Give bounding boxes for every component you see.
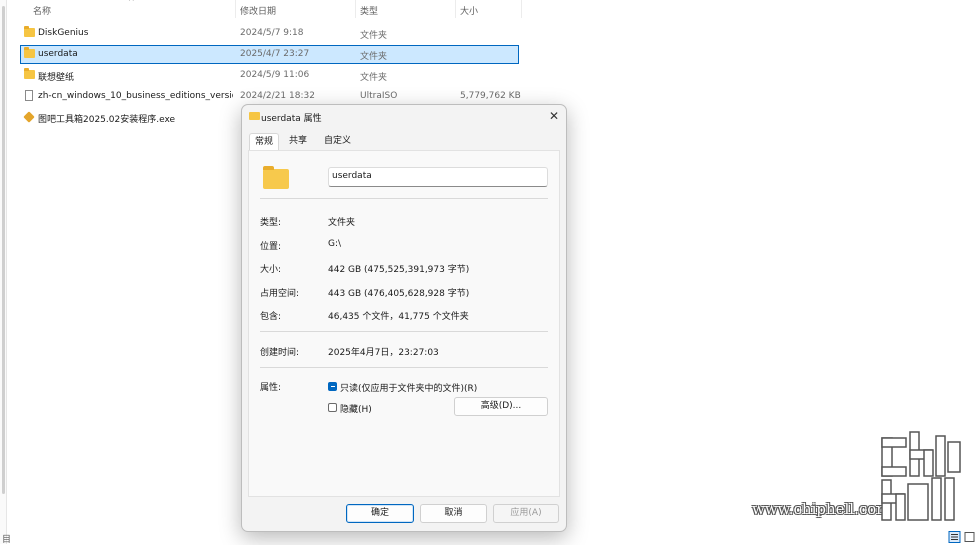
iso-file-icon	[25, 90, 33, 101]
ok-button[interactable]: 确定	[346, 504, 414, 523]
cancel-button[interactable]: 取消	[420, 504, 487, 523]
folder-name-input[interactable]: userdata	[328, 167, 548, 187]
attributes-label: 属性:	[260, 383, 282, 393]
file-modified: 2025/4/7 23:27	[240, 49, 310, 59]
close-button[interactable]: ✕	[546, 108, 562, 124]
column-divider[interactable]	[521, 0, 522, 18]
size-label: 大小:	[260, 265, 282, 275]
contains-value: 46,435 个文件，41,775 个文件夹	[328, 312, 469, 322]
file-name: 联想壁纸	[38, 73, 75, 83]
apply-button[interactable]: 应用(A)	[493, 504, 559, 523]
file-modified: 2024/5/7 9:18	[240, 28, 304, 38]
watermark-text: www.chiphell.com	[752, 500, 891, 518]
type-label: 类型:	[260, 218, 282, 228]
location-label: 位置:	[260, 242, 282, 252]
created-value: 2025年4月7日，23:27:03	[328, 348, 439, 358]
folder-icon	[24, 47, 35, 58]
size-on-disk-value: 443 GB (476,405,628,928 字节)	[328, 289, 470, 299]
folder-icon	[24, 26, 35, 37]
file-row[interactable]: 联想壁纸 2024/5/9 11:06 文件夹	[20, 66, 519, 85]
file-modified: 2024/2/21 18:32	[240, 91, 315, 101]
file-name: DiskGenius	[38, 28, 89, 38]
folder-icon	[249, 112, 260, 120]
file-size: 5,779,762 KB	[460, 91, 521, 101]
hidden-label[interactable]: 隐藏(H)	[340, 402, 372, 415]
view-toggle-icons[interactable]	[948, 531, 978, 543]
created-label: 创建时间:	[260, 348, 300, 358]
file-modified: 2024/5/9 11:06	[240, 70, 310, 80]
general-panel: userdata 类型: 文件夹 位置: G:\ 大小: 442 GB (475…	[248, 150, 560, 497]
file-type: 文件夹	[360, 31, 388, 41]
dialog-title: userdata 属性	[261, 114, 322, 124]
divider	[260, 367, 548, 368]
type-value: 文件夹	[328, 218, 356, 228]
tab-general[interactable]: 常规	[249, 133, 280, 151]
column-divider[interactable]	[235, 0, 236, 18]
column-header-type[interactable]: 类型	[360, 4, 378, 18]
column-header-name[interactable]: 名称	[33, 4, 51, 18]
file-type: 文件夹	[360, 73, 388, 83]
file-type: UltraISO	[360, 91, 398, 101]
divider	[260, 198, 548, 199]
location-value: G:\	[328, 239, 342, 249]
contains-label: 包含:	[260, 312, 282, 322]
exe-icon	[23, 111, 35, 123]
chiphell-logo-icon	[881, 431, 961, 521]
size-value: 442 GB (475,525,391,973 字节)	[328, 265, 470, 275]
column-divider[interactable]	[355, 0, 356, 18]
folder-icon	[24, 68, 35, 79]
column-divider[interactable]	[455, 0, 456, 18]
status-indicator: 目	[2, 535, 12, 545]
tab-sharing[interactable]: 共享	[284, 133, 312, 150]
divider	[260, 331, 548, 332]
size-on-disk-label: 占用空间:	[260, 289, 300, 299]
readonly-label[interactable]: 只读(仅应用于文件夹中的文件)(R)	[340, 381, 477, 394]
scrollbar-thumb[interactable]	[2, 6, 5, 494]
column-header-size[interactable]: 大小	[460, 4, 478, 18]
file-type: 文件夹	[360, 52, 388, 62]
hidden-checkbox[interactable]	[328, 403, 337, 412]
file-row[interactable]: DiskGenius 2024/5/7 9:18 文件夹	[20, 24, 519, 43]
file-name: zh-cn_windows_10_business_editions_versi…	[38, 91, 233, 101]
sort-chevron-up-icon: ^	[128, 0, 135, 6]
properties-dialog: userdata 属性 ✕ 常规 共享 自定义 userdata 类型: 文件夹…	[241, 104, 567, 532]
file-name: userdata	[38, 49, 78, 59]
readonly-checkbox[interactable]	[328, 382, 337, 391]
column-header-modified[interactable]: 修改日期	[240, 4, 276, 18]
file-row-selected[interactable]: userdata 2025/4/7 23:27 文件夹	[20, 45, 519, 64]
file-name: 图吧工具箱2025.02安装程序.exe	[38, 115, 176, 125]
tab-customize[interactable]: 自定义	[319, 133, 356, 150]
folder-large-icon	[263, 166, 289, 189]
advanced-button[interactable]: 高级(D)...	[454, 397, 548, 416]
